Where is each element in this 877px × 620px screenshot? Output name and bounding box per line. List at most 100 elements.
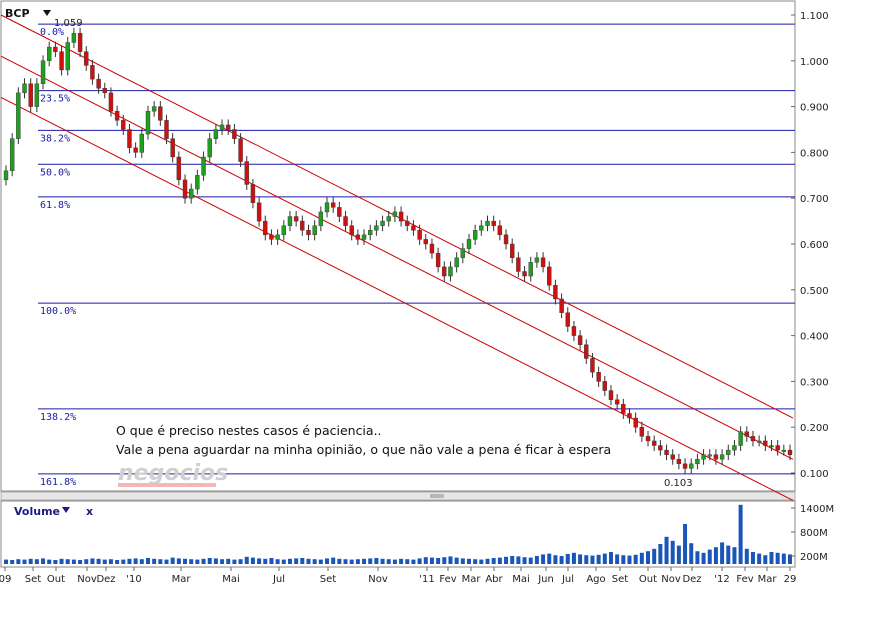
volume-bar (646, 551, 651, 564)
high-value-label: 1.059 (54, 18, 83, 29)
candle-body (645, 436, 651, 442)
candle-body (213, 129, 219, 139)
volume-bar (534, 556, 539, 564)
symbol-label[interactable]: BCP (5, 7, 30, 20)
volume-bar (485, 558, 490, 564)
candle-body (47, 46, 52, 62)
volume-bar (621, 555, 626, 564)
candle-body (571, 326, 577, 336)
candle-body (121, 120, 126, 130)
volume-bar (608, 552, 613, 564)
volume-bar (349, 559, 354, 564)
candle-body (651, 440, 657, 446)
volume-bar (633, 554, 638, 564)
volume-bar (355, 559, 360, 564)
volume-bar (639, 552, 644, 564)
candle-body (423, 239, 428, 245)
volume-bar (479, 559, 484, 564)
y-tick-label: 0.800 (800, 148, 829, 159)
volume-bar (454, 557, 459, 564)
volume-bar (510, 556, 515, 564)
x-tick-label: Mar (462, 574, 482, 585)
volume-bar (380, 558, 385, 564)
candle-body (219, 124, 225, 130)
candle-body (590, 358, 595, 373)
candle-body (769, 445, 774, 448)
volume-bar (615, 554, 620, 564)
candle-body (343, 216, 348, 226)
volume-bar (232, 559, 237, 564)
candle-body (164, 120, 169, 139)
volume-bar (28, 558, 33, 564)
volume-bar (145, 558, 150, 564)
volume-bar (713, 547, 718, 564)
volume-bar (516, 556, 521, 564)
candle-body (361, 234, 367, 240)
candle-body (676, 459, 682, 465)
candle-body (256, 202, 262, 222)
candle-body (522, 271, 527, 277)
candle-body (479, 225, 484, 231)
candle-body (553, 285, 558, 300)
volume-bar (497, 557, 502, 564)
candle-body (540, 257, 546, 268)
candle-body (102, 88, 107, 94)
panel-splitter[interactable] (0, 491, 796, 501)
volume-bar (769, 552, 774, 564)
volume-tick-label: 1400M (800, 504, 834, 515)
volume-bar (59, 558, 64, 564)
candle-body (670, 454, 675, 460)
volume-bar (195, 559, 200, 564)
volume-label[interactable]: Volume (14, 505, 60, 518)
volume-bar (466, 558, 471, 564)
candle-body (306, 230, 311, 236)
candle-body (744, 431, 749, 437)
candle-body (732, 445, 737, 451)
candle-body (627, 413, 632, 419)
volume-bar (584, 555, 589, 564)
candle-body (584, 344, 589, 359)
x-tick-label: '10 (126, 574, 141, 585)
volume-bar (121, 559, 126, 564)
candle-body (719, 454, 725, 460)
volume-bar (244, 556, 249, 564)
candle-body (250, 184, 256, 203)
watermark-underline (118, 483, 216, 487)
candle-body (707, 454, 712, 457)
candle-body (448, 266, 453, 277)
volume-close-icon[interactable]: x (86, 505, 93, 518)
volume-bar (16, 559, 21, 564)
volume-bar (627, 555, 632, 564)
fibonacci-label: 138.2% (40, 412, 76, 423)
candle-body (59, 51, 64, 71)
volume-tick-label: 800M (800, 528, 828, 539)
candle-body (682, 463, 688, 469)
candle-body (565, 312, 570, 327)
candle-body (34, 83, 40, 107)
candle-body (9, 138, 15, 171)
volume-bar (565, 554, 570, 564)
candle-body (614, 399, 620, 405)
candle-body (28, 83, 33, 107)
volume-bar (596, 554, 601, 564)
volume-bar (294, 558, 299, 564)
volume-bar (720, 542, 725, 564)
volume-bar (423, 557, 428, 564)
candle-body (170, 138, 175, 158)
volume-bar (374, 558, 379, 564)
volume-panel-frame (0, 500, 796, 568)
y-tick-label: 0.500 (800, 286, 829, 297)
volume-bar (602, 553, 607, 564)
x-tick-label: Fev (736, 574, 753, 585)
volume-bar (473, 559, 478, 564)
x-tick-label: '12 (714, 574, 729, 585)
candle-body (411, 225, 416, 231)
candle-body (775, 445, 780, 451)
volume-bar (658, 544, 663, 564)
candle-body (497, 225, 503, 236)
candle-body (349, 225, 354, 236)
candle-body (293, 216, 299, 222)
volume-bar (738, 504, 743, 564)
x-tick-label: Abr (485, 574, 503, 585)
low-value-label: 0.103 (664, 478, 693, 489)
